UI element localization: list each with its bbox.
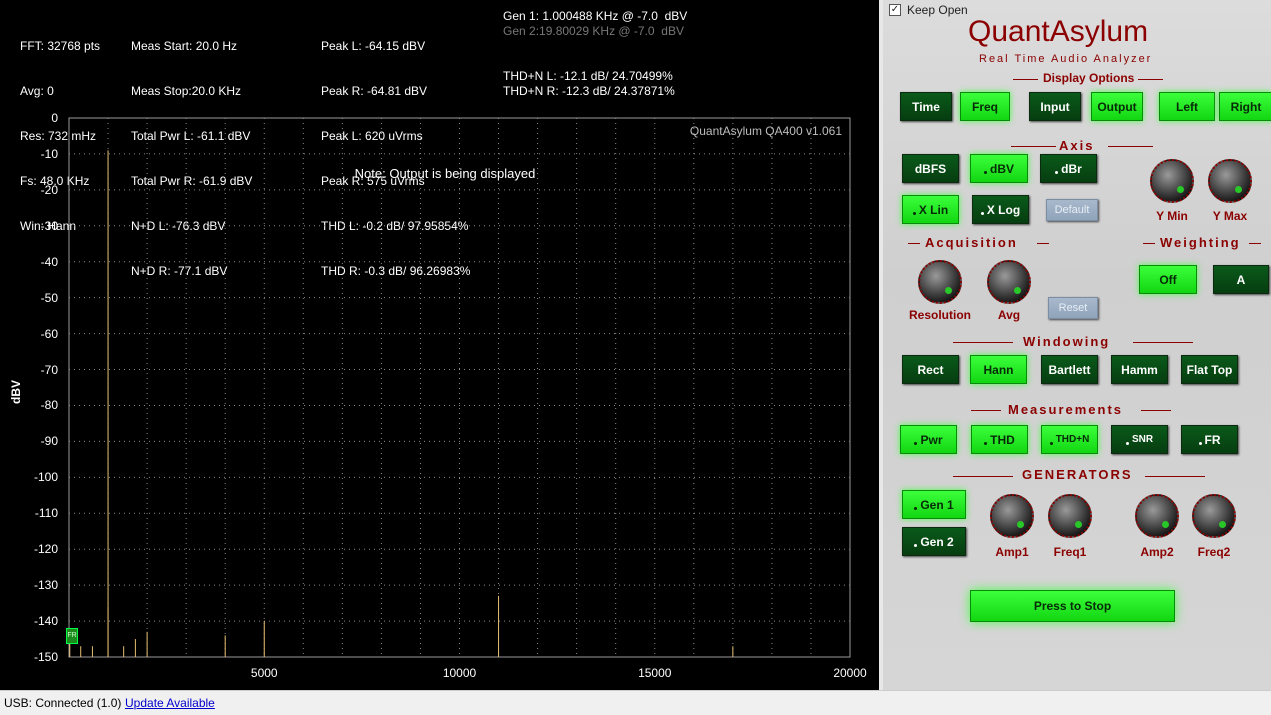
plot-watermark: QuantAsylum QA400 v1.061 [690, 124, 842, 138]
freq1-label: Freq1 [1053, 545, 1087, 559]
section-display-options: Display Options [1043, 71, 1135, 85]
right-button[interactable]: Right [1219, 92, 1271, 121]
output-button[interactable]: Output [1091, 92, 1143, 121]
x-lin-label: X Lin [918, 202, 949, 217]
gen1-button[interactable]: Gen 1 [902, 490, 966, 519]
time-button[interactable]: Time [900, 92, 952, 121]
dbv-label: dBV [990, 161, 1014, 176]
fr-label: FR [1204, 432, 1221, 447]
gen2-label: Gen 2 [920, 534, 954, 549]
section-measurements: Measurements [1008, 402, 1124, 417]
x-log-label: X Log [986, 202, 1021, 217]
plot-grid [69, 118, 850, 657]
press-to-stop-button[interactable]: Press to Stop [970, 590, 1175, 622]
section-weighting: Weighting [1160, 235, 1241, 250]
control-panel: ✓ Keep Open QuantAsylum Real Time Audio … [879, 0, 1271, 690]
y-max-label: Y Max [1212, 209, 1248, 223]
thdn-button[interactable]: THD+N [1041, 425, 1098, 454]
dbv-button[interactable]: dBV [970, 154, 1028, 183]
reset-button[interactable]: Reset [1048, 297, 1098, 319]
output-note: Note: Output is being displayed [355, 166, 536, 181]
keep-open-label: Keep Open [907, 3, 968, 17]
keep-open-checkbox[interactable]: ✓ Keep Open [889, 3, 968, 17]
dbr-button[interactable]: dBr [1040, 154, 1097, 183]
snr-label: SNR [1131, 434, 1154, 445]
snr-button[interactable]: SNR [1111, 425, 1168, 454]
y-max-knob[interactable] [1208, 159, 1252, 203]
x-lin-button[interactable]: X Lin [902, 195, 959, 224]
window-bartlett-button[interactable]: Bartlett [1041, 355, 1098, 384]
avg-label: Avg [997, 308, 1021, 322]
section-windowing: Windowing [1023, 334, 1111, 349]
input-button[interactable]: Input [1029, 92, 1081, 121]
brand-tagline: Real Time Audio Analyzer [979, 53, 1153, 65]
avg-knob[interactable] [987, 260, 1031, 304]
window-hamm-button[interactable]: Hamm [1111, 355, 1168, 384]
brand-logo: QuantAsylum [968, 15, 1149, 48]
update-available-link[interactable]: Update Available [125, 696, 215, 710]
resolution-label: Resolution [909, 308, 971, 322]
fr-marker[interactable]: FR [66, 628, 78, 644]
status-bar: USB: Connected (1.0) Update Available [0, 690, 1271, 715]
default-button[interactable]: Default [1046, 199, 1098, 221]
analyzer-plot-area: FFT: 32768 pts Avg: 0 Res: 732 mHz Fs: 4… [0, 0, 879, 690]
x-tick-label: 5000 [250, 666, 278, 680]
pwr-label: Pwr [920, 432, 943, 447]
freq1-knob[interactable] [1048, 494, 1092, 538]
thd-button[interactable]: THD [971, 425, 1028, 454]
dbfs-button[interactable]: dBFS [902, 154, 959, 183]
x-log-button[interactable]: X Log [972, 195, 1029, 224]
gen1-label: Gen 1 [920, 497, 954, 512]
freq2-knob[interactable] [1192, 494, 1236, 538]
weighting-a-button[interactable]: A [1213, 265, 1269, 294]
y-min-knob[interactable] [1150, 159, 1194, 203]
window-rect-button[interactable]: Rect [902, 355, 959, 384]
window-flattop-button[interactable]: Flat Top [1181, 355, 1238, 384]
gen2-button[interactable]: Gen 2 [902, 527, 966, 556]
x-tick-label: 20000 [833, 666, 867, 680]
fr-button[interactable]: FR [1181, 425, 1238, 454]
thdn-label: THD+N [1055, 434, 1090, 445]
weighting-off-button[interactable]: Off [1139, 265, 1197, 294]
section-generators: GENERATORS [1022, 467, 1133, 482]
window-hann-button[interactable]: Hann [970, 355, 1027, 384]
left-button[interactable]: Left [1159, 92, 1215, 121]
section-acquisition: Acquisition [925, 235, 1018, 250]
x-tick-label: 10000 [442, 666, 477, 680]
spectrum-chart[interactable]: QuantAsylum QA400 v1.061 Note: Output is… [0, 0, 879, 690]
usb-status: USB: Connected (1.0) [4, 696, 122, 710]
resolution-knob[interactable] [918, 260, 962, 304]
section-axis: Axis [1059, 138, 1095, 153]
x-tick-label: 15000 [638, 666, 672, 680]
amp2-knob[interactable] [1135, 494, 1179, 538]
pwr-button[interactable]: Pwr [900, 425, 957, 454]
freq2-label: Freq2 [1197, 545, 1231, 559]
spectrum-bars [69, 150, 734, 657]
amp1-knob[interactable] [990, 494, 1034, 538]
freq-button[interactable]: Freq [960, 92, 1010, 121]
checkmark-icon[interactable]: ✓ [889, 4, 901, 16]
dbr-label: dBr [1061, 161, 1082, 176]
thd-label: THD [990, 432, 1015, 447]
